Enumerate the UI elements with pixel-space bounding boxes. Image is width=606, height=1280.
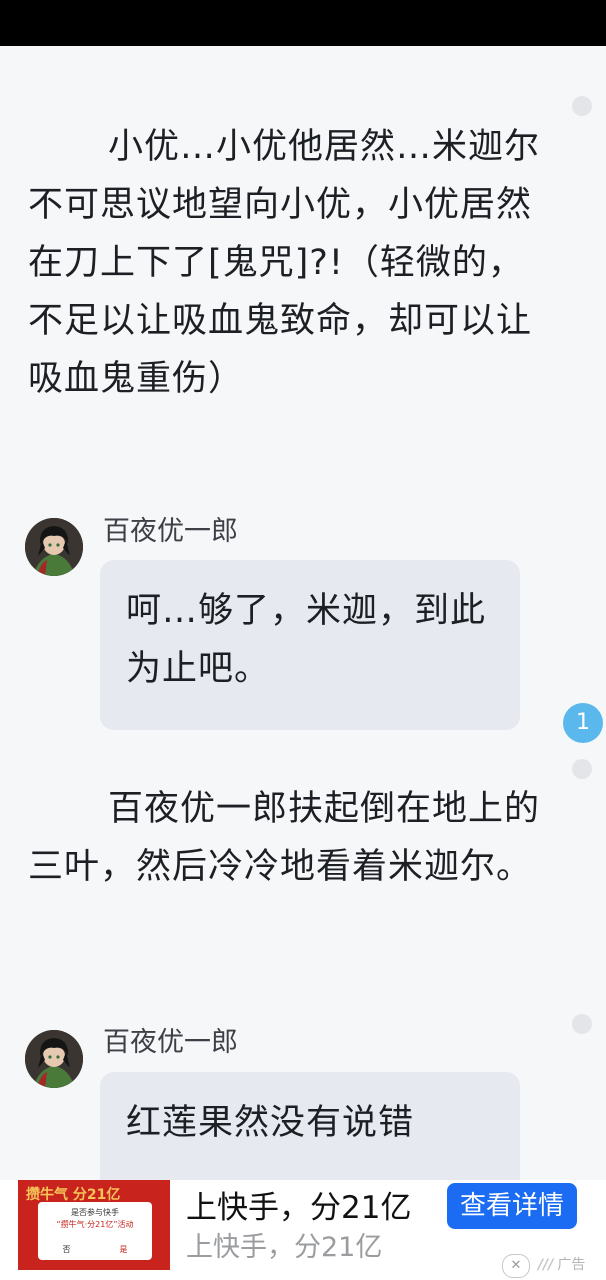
- speaker-name: 百夜优一郎: [103, 1027, 238, 1058]
- avatar[interactable]: [25, 1030, 83, 1088]
- dialogue-bubble: 红莲果然没有说错: [100, 1072, 520, 1180]
- ad-label: ///广告: [538, 1254, 585, 1276]
- paragraph-comment-dot[interactable]: [572, 96, 592, 116]
- ad-thumbnail[interactable]: 攒牛气 分21亿 是否参与快手 “攒牛气·分21亿”活动 否 是: [18, 1180, 170, 1270]
- ad-thumb-no: 否: [62, 1245, 71, 1254]
- status-bar: [0, 0, 606, 46]
- story-paragraph: 百夜优一郎扶起倒在地上的三叶，然后冷冷地看着米迦尔。: [28, 789, 541, 887]
- ad-thumb-text: 是否参与快手: [71, 1208, 119, 1217]
- ad-logo-icon: ///: [538, 1257, 554, 1273]
- ad-subtitle: 上快手，分21亿: [186, 1232, 383, 1263]
- avatar[interactable]: [25, 518, 83, 576]
- ad-thumb-yes: 是: [119, 1245, 128, 1254]
- speaker-name: 百夜优一郎: [103, 516, 238, 547]
- close-icon[interactable]: ✕: [502, 1254, 530, 1278]
- dialogue-bubble: 呵…够了，米迦，到此为止吧。: [100, 560, 520, 730]
- ad-title[interactable]: 上快手，分21亿: [186, 1188, 411, 1228]
- comment-count-badge[interactable]: 1: [563, 703, 603, 743]
- paragraph-comment-dot[interactable]: [572, 759, 592, 779]
- ad-thumb-dialog: 是否参与快手 “攒牛气·分21亿”活动 否 是: [38, 1202, 152, 1260]
- ad-thumb-header: 攒牛气 分21亿: [26, 1187, 121, 1203]
- ad-details-button[interactable]: 查看详情: [447, 1183, 577, 1229]
- ad-label-text: 广告: [557, 1257, 586, 1273]
- story-paragraph: 小优…小优他居然…米迦尔不可思议地望向小优，小优居然在刀上下了[鬼咒]?!（轻微…: [28, 127, 541, 399]
- ad-thumb-text: “攒牛气·分21亿”活动: [56, 1220, 134, 1229]
- ad-banner[interactable]: 攒牛气 分21亿 是否参与快手 “攒牛气·分21亿”活动 否 是 上快手，分21…: [0, 1180, 606, 1280]
- reader-content[interactable]: 小优…小优他居然…米迦尔不可思议地望向小优，小优居然在刀上下了[鬼咒]?!（轻微…: [0, 46, 606, 1180]
- paragraph-comment-dot[interactable]: [572, 1014, 592, 1034]
